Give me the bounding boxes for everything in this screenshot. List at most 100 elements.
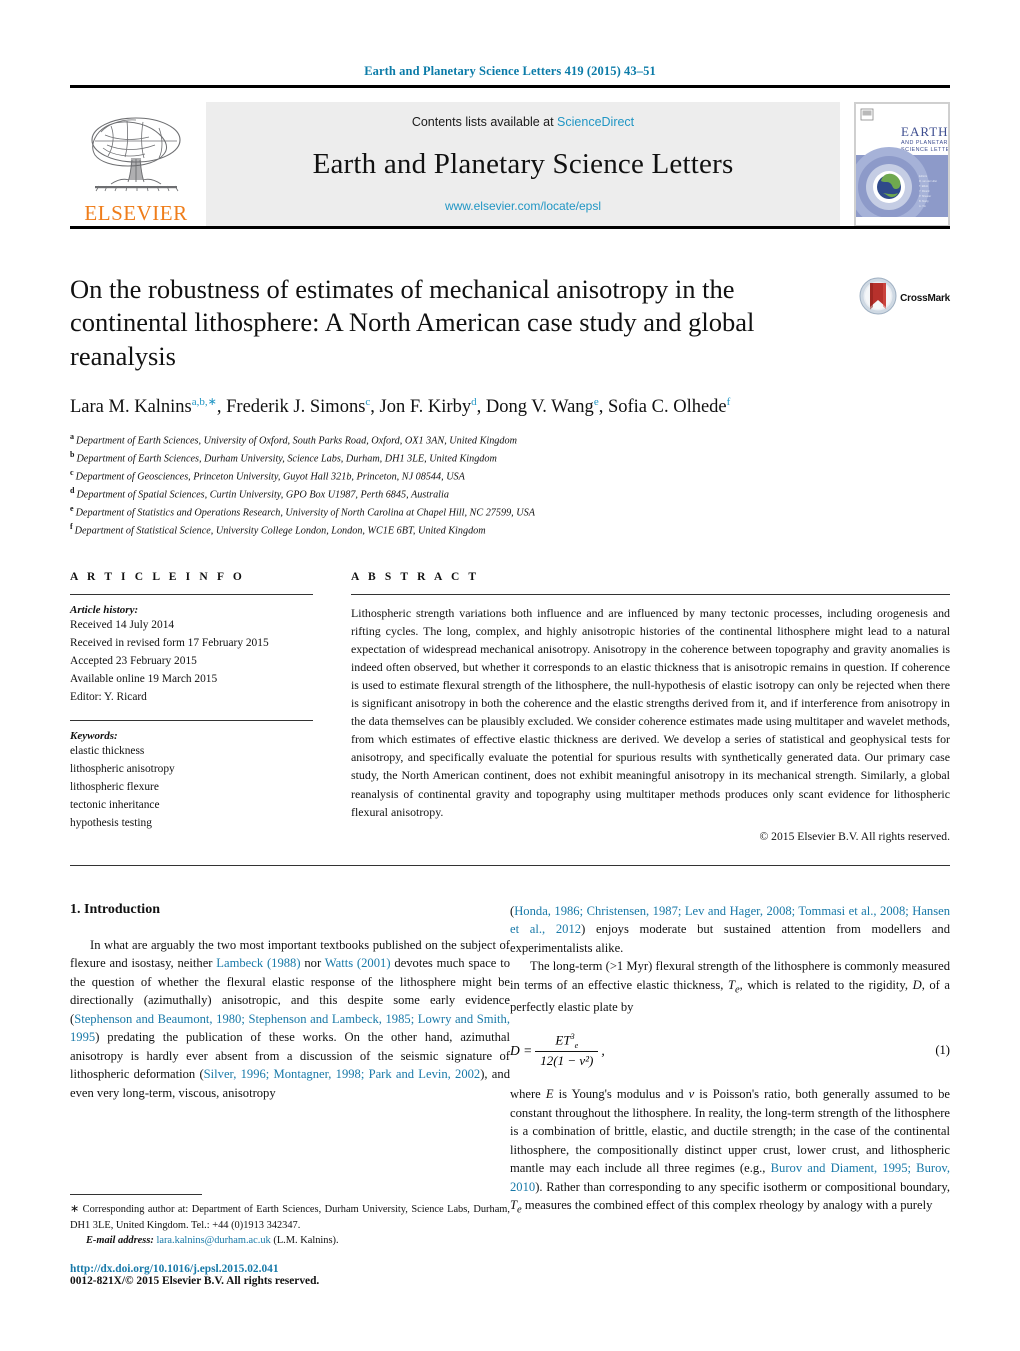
intro-left-text: nor bbox=[300, 956, 325, 971]
svg-text:P. Shearer: P. Shearer bbox=[919, 194, 931, 198]
author-item: Dong V. Wange bbox=[485, 396, 599, 418]
intro-right-3-text: measures the combined effect of this com… bbox=[521, 1198, 933, 1213]
abstract-text: Lithospheric strength variations both in… bbox=[351, 605, 950, 819]
keywords-rule bbox=[70, 719, 313, 721]
author-name: Frederik J. Simons bbox=[226, 397, 366, 418]
intro-paragraph-right-3: where E is Young's modulus and ν is Pois… bbox=[510, 1085, 950, 1218]
author-item: Frederik J. Simonsc bbox=[226, 396, 370, 418]
abstract-copyright: © 2015 Elsevier B.V. All rights reserved… bbox=[759, 829, 950, 843]
affiliation-item: d Department of Spatial Sciences, Curtin … bbox=[70, 485, 950, 503]
footnote-rule bbox=[70, 1193, 202, 1195]
author-list: Lara M. Kalninsa,b,∗, Frederik J. Simons… bbox=[70, 395, 950, 418]
svg-text:T. Elliott: T. Elliott bbox=[919, 184, 928, 188]
email-link[interactable]: lara.kalnins@durham.ac.uk bbox=[156, 1235, 270, 1246]
body-right-column: (Honda, 1986; Christensen, 1987; Lev and… bbox=[510, 902, 950, 1218]
page-title: On the robustness of estimates of mechan… bbox=[70, 274, 755, 371]
equation-denominator: 12(1 − ν²) bbox=[535, 1051, 599, 1069]
author-marks: a,b,∗ bbox=[191, 396, 217, 409]
author-name: Lara M. Kalnins bbox=[70, 397, 192, 418]
corresponding-author-text: Corresponding author at: Department of E… bbox=[70, 1203, 510, 1231]
elsevier-tree-icon bbox=[81, 114, 191, 202]
contents-prefix: Contents lists available at bbox=[411, 115, 558, 129]
svg-text:R. van der Hilst: R. van der Hilst bbox=[919, 179, 937, 183]
intro-right-3-text: where bbox=[510, 1087, 546, 1102]
corresponding-author-note: ∗ Corresponding author at: Department of… bbox=[70, 1202, 510, 1233]
affiliation-mark: b bbox=[70, 450, 75, 460]
article-info-heading: A R T I C L E I N F O bbox=[70, 570, 245, 583]
intro-paragraph-right-1: (Honda, 1986; Christensen, 1987; Lev and… bbox=[510, 902, 950, 958]
equation-fraction: ET3e 12(1 − ν²) bbox=[535, 1032, 599, 1069]
svg-text:EARTH: EARTH bbox=[901, 124, 949, 139]
author-sep: , bbox=[476, 397, 486, 418]
svg-text:AND PLANETARY: AND PLANETARY bbox=[901, 140, 949, 146]
svg-text:B. Marty: B. Marty bbox=[919, 199, 929, 203]
section-heading-introduction: 1. Introduction bbox=[70, 901, 160, 917]
equation-lhs: D = bbox=[510, 1042, 533, 1058]
intro-right-3-text: is Young's modulus and bbox=[553, 1087, 689, 1102]
history-item: Received 14 July 2014 bbox=[70, 618, 175, 631]
contents-line: Contents lists available at ScienceDirec… bbox=[412, 115, 634, 129]
article-page: Earth and Planetary Science Letters 419 … bbox=[0, 0, 1020, 1351]
author-name: Jon F. Kirby bbox=[379, 397, 472, 418]
column-gap bbox=[313, 571, 351, 843]
corresponding-author-star: ∗ bbox=[70, 1202, 80, 1215]
history-item: Received in revised form 17 February 201… bbox=[70, 636, 269, 649]
affiliation-text: Department of Statistical Science, Unive… bbox=[74, 525, 486, 537]
affiliation-mark: a bbox=[70, 432, 74, 442]
affiliation-item: f Department of Statistical Science, Univ… bbox=[70, 521, 950, 539]
journal-header: ELSEVIER Contents lists available at Sci… bbox=[70, 102, 950, 226]
author-sep: , bbox=[216, 397, 227, 418]
article-info-rule bbox=[70, 593, 313, 595]
intro-right-2-text: Te bbox=[727, 977, 740, 996]
author-item: Jon F. Kirbyd bbox=[379, 396, 477, 418]
affiliation-item: c Department of Geosciences, Princeton Un… bbox=[70, 467, 950, 485]
svg-text:A. Yin: A. Yin bbox=[919, 204, 926, 208]
author-name: Dong V. Wang bbox=[485, 397, 594, 418]
equation-numerator-text: ET bbox=[555, 1032, 571, 1048]
keyword-item: lithospheric flexure bbox=[70, 780, 159, 793]
intro-right-3-text: ). Rather than corresponding to any spec… bbox=[535, 1179, 950, 1194]
affiliation-text: Department of Spatial Sciences, Curtin U… bbox=[76, 489, 449, 501]
equation-body: D = ET3e 12(1 − ν²) , bbox=[510, 1032, 935, 1069]
header-rule-bottom bbox=[70, 226, 950, 229]
sciencedirect-link[interactable]: ScienceDirect bbox=[557, 115, 634, 129]
affiliation-list: a Department of Earth Sciences, Universit… bbox=[70, 431, 950, 538]
equation-number: (1) bbox=[935, 1043, 950, 1058]
title-block: CrossMark On the robustness of estimates… bbox=[70, 273, 950, 539]
citation-link[interactable]: Watts (2001) bbox=[325, 956, 391, 970]
email-label: E-mail address: bbox=[86, 1234, 154, 1246]
affiliation-text: Department of Geosciences, Princeton Uni… bbox=[75, 471, 465, 483]
email-owner: (L.M. Kalnins). bbox=[273, 1234, 339, 1246]
body-left-column: 1. Introduction In what are arguably the… bbox=[70, 902, 510, 1218]
article-history-label: Article history: bbox=[70, 603, 139, 616]
email-note: E-mail address: lara.kalnins@durham.ac.u… bbox=[70, 1233, 510, 1248]
journal-cover-thumbnail[interactable]: EARTH AND PLANETARY SCIENCE LETTERS Edit… bbox=[854, 102, 950, 226]
author-sep: , bbox=[370, 397, 380, 418]
intro-right-2-text: , which is related to the rigidity, bbox=[739, 977, 913, 992]
citation-link[interactable]: Silver, 1996; Montagner, 1998; Park and … bbox=[204, 1067, 481, 1081]
header-rule-top bbox=[70, 85, 950, 88]
crossmark-icon bbox=[859, 277, 897, 320]
author-name: Sofia C. Olhede bbox=[607, 397, 727, 418]
crossmark-badge[interactable]: CrossMark bbox=[859, 277, 950, 320]
history-item: Available online 19 March 2015 bbox=[70, 672, 218, 685]
citation-link[interactable]: Lambeck (1988) bbox=[216, 956, 300, 970]
abstract-column: A B S T R A C T Lithospheric strength va… bbox=[351, 571, 950, 843]
equation-1: D = ET3e 12(1 − ν²) , (1) bbox=[510, 1032, 950, 1069]
author-item: Sofia C. Olhedef bbox=[607, 396, 730, 418]
equation-trailing-comma: , bbox=[601, 1042, 605, 1058]
svg-text:Editors: Editors bbox=[919, 174, 928, 178]
affiliation-mark: e bbox=[70, 503, 74, 513]
running-head: Earth and Planetary Science Letters 419 … bbox=[364, 64, 656, 78]
affiliation-mark: d bbox=[70, 485, 75, 495]
affiliation-mark: f bbox=[70, 521, 73, 531]
doi-link[interactable]: http://dx.doi.org/10.1016/j.epsl.2015.02… bbox=[70, 1263, 510, 1275]
author-item: Lara M. Kalninsa,b,∗ bbox=[70, 396, 217, 418]
affiliation-text: Department of Earth Sciences, University… bbox=[76, 435, 517, 447]
affiliation-text: Department of Earth Sciences, Durham Uni… bbox=[76, 453, 497, 465]
intro-paragraph-left: In what are arguably the two most import… bbox=[70, 936, 510, 1103]
journal-url-link[interactable]: www.elsevier.com/locate/epsl bbox=[445, 199, 601, 213]
intro-right-3-text: Te bbox=[510, 1198, 522, 1216]
affiliation-mark: c bbox=[70, 468, 74, 478]
history-item: Editor: Y. Ricard bbox=[70, 690, 147, 703]
